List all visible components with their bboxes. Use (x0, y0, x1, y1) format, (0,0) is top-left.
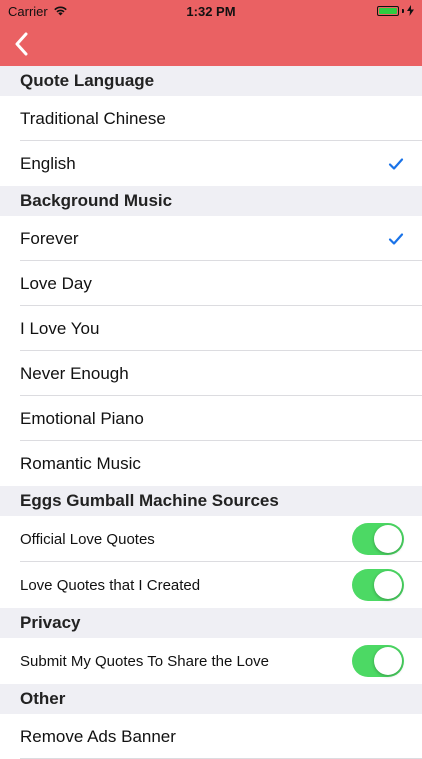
option-english[interactable]: English (0, 141, 422, 186)
music-option-i-love-you[interactable]: I Love You (0, 306, 422, 351)
status-right (377, 4, 414, 19)
navigation-bar: Carrier 1:32 PM (0, 0, 422, 66)
music-option-emotional-piano[interactable]: Emotional Piano (0, 396, 422, 441)
toggle-knob (374, 571, 402, 599)
row-label: Official Love Quotes (20, 530, 155, 548)
carrier-label: Carrier (8, 3, 48, 19)
section-header-background-music: Background Music (0, 186, 422, 216)
row-label: Remove Ads Banner (20, 726, 176, 746)
submit-quotes-toggle[interactable] (352, 645, 404, 677)
toggle-knob (374, 525, 402, 553)
row-label: English (20, 153, 76, 173)
chevron-left-icon (15, 32, 28, 56)
row-label: Never Enough (20, 363, 129, 383)
created-quotes-toggle[interactable] (352, 569, 404, 601)
row-label: Submit My Quotes To Share the Love (20, 652, 270, 670)
row-label: Love Day (20, 273, 92, 293)
charging-icon (407, 4, 414, 19)
status-left: Carrier (8, 4, 68, 19)
privacy-row-submit: Submit My Quotes To Share the Love (0, 638, 422, 684)
music-option-forever[interactable]: Forever (0, 216, 422, 261)
option-traditional-chinese[interactable]: Traditional Chinese (0, 96, 422, 141)
row-label: Emotional Piano (20, 408, 144, 428)
row-label: Romantic Music (20, 453, 141, 473)
source-row-official: Official Love Quotes (0, 516, 422, 562)
remove-ads-row[interactable]: Remove Ads Banner (0, 714, 422, 759)
row-label: I Love You (20, 318, 100, 338)
music-option-never-enough[interactable]: Never Enough (0, 351, 422, 396)
row-label: Forever (20, 228, 79, 248)
music-option-love-day[interactable]: Love Day (0, 261, 422, 306)
status-time: 1:32 PM (186, 3, 236, 19)
battery-cap (402, 9, 404, 13)
checkmark-icon (388, 157, 404, 170)
wifi-icon (53, 4, 68, 19)
battery-icon (377, 6, 399, 16)
status-bar: Carrier 1:32 PM (0, 0, 422, 22)
back-button[interactable] (10, 30, 34, 58)
source-row-created: Love Quotes that I Created (0, 562, 422, 608)
music-option-romantic-music[interactable]: Romantic Music (0, 441, 422, 486)
section-header-other: Other (0, 684, 422, 714)
official-quotes-toggle[interactable] (352, 523, 404, 555)
section-header-privacy: Privacy (0, 608, 422, 638)
section-header-eggs-sources: Eggs Gumball Machine Sources (0, 486, 422, 516)
row-label: Love Quotes that I Created (20, 576, 201, 594)
section-header-quote-language: Quote Language (0, 66, 422, 96)
row-label: Traditional Chinese (20, 108, 166, 128)
checkmark-icon (388, 232, 404, 245)
toggle-knob (374, 647, 402, 675)
